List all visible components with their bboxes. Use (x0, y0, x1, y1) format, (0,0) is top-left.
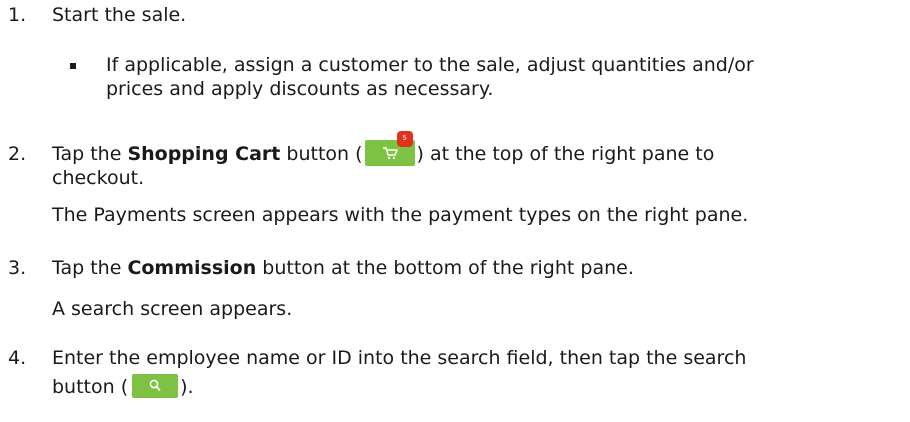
step-4-post: ). (180, 376, 194, 398)
bullet-marker (70, 63, 76, 69)
step-1-number: 1. (8, 4, 27, 26)
step-2-pre: Tap the (52, 143, 128, 165)
step-2-number: 2. (8, 143, 27, 165)
step-4-pre: button ( (52, 376, 129, 398)
step-2-post: ) at the top of the right pane to (416, 143, 715, 165)
search-button (132, 373, 179, 398)
step-4-line-1: Enter the employee name or ID into the s… (52, 347, 747, 369)
shopping-cart-button: 5 (364, 130, 415, 166)
commission-label: Commission (127, 257, 257, 279)
search-icon (149, 379, 161, 391)
step-3-post: button at the bottom of the right pane. (256, 257, 634, 279)
step-3-number: 3. (8, 257, 27, 279)
step-3-line: Tap the Commission button at the bottom … (52, 256, 634, 280)
step-2-line-1: Tap the Shopping Cart button ( 5) at the … (52, 130, 715, 166)
bullet-line-1: If applicable, assign a customer to the … (106, 54, 754, 76)
step-2-mid: button ( (280, 143, 363, 165)
step-1-text: Start the sale. (52, 4, 187, 26)
step-4-line-2: button (). (52, 373, 194, 399)
step-3-pre: Tap the (52, 257, 128, 279)
payments-note: The Payments screen appears with the pay… (52, 204, 749, 226)
cart-badge: 5 (396, 130, 413, 147)
shopping-cart-label: Shopping Cart (127, 143, 281, 165)
shopping-cart-icon (382, 146, 398, 159)
search-screen-note: A search screen appears. (52, 298, 293, 320)
step-2-line-2: checkout. (52, 167, 145, 189)
bullet-line-2: prices and apply discounts as necessary. (106, 78, 494, 100)
step-4-number: 4. (8, 347, 27, 369)
